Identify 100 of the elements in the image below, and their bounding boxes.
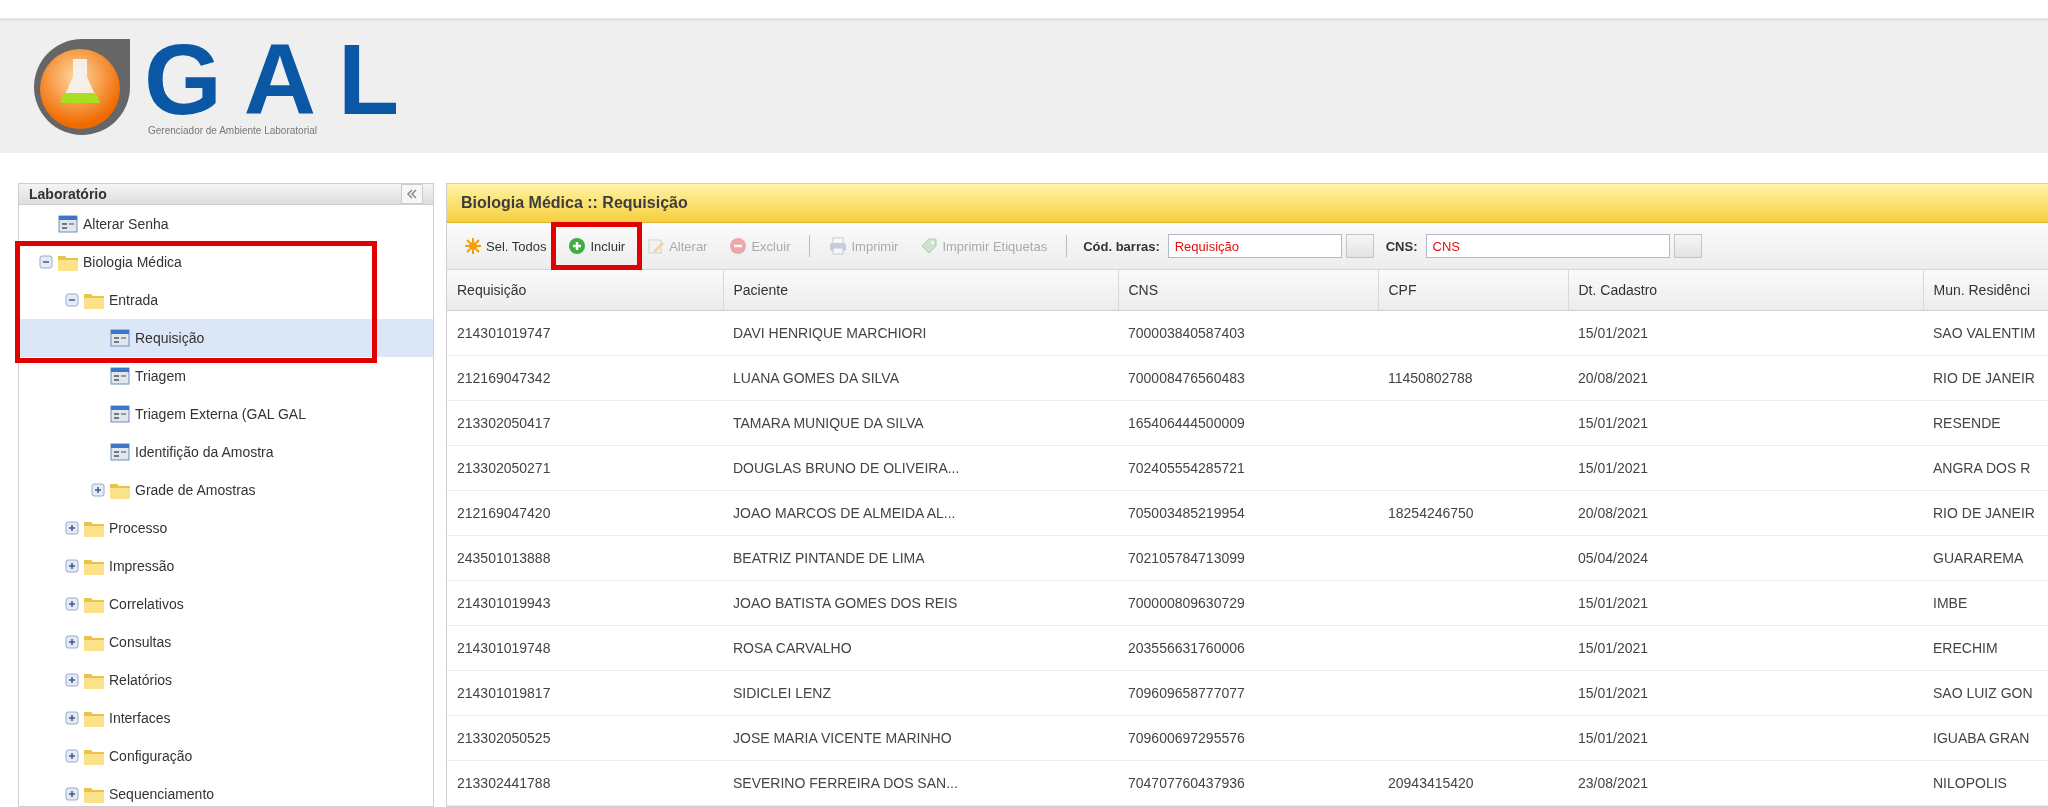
table-cell: 243501013888 xyxy=(447,535,723,581)
logo-title: GAL xyxy=(144,38,422,119)
text-field[interactable]: Requisição xyxy=(1167,234,1342,258)
table-cell: ERECHIM xyxy=(1923,625,2048,671)
table-cell: 213302441788 xyxy=(447,760,723,806)
table-cell: RESENDE xyxy=(1923,400,2048,446)
column-header[interactable]: CNS xyxy=(1118,270,1378,311)
tree-item[interactable]: Triagem Externa (GAL GAL xyxy=(19,395,433,433)
collapse-icon[interactable] xyxy=(39,255,53,269)
table-cell: 214301019817 xyxy=(447,670,723,716)
expand-icon[interactable] xyxy=(65,711,79,725)
table-cell: 20/08/2021 xyxy=(1568,355,1923,401)
tree-item[interactable]: Identifição da Amostra xyxy=(19,433,433,471)
column-header[interactable]: CPF xyxy=(1378,270,1568,311)
table-cell: 705003485219954 xyxy=(1118,490,1378,536)
table-cell: SAO LUIZ GON xyxy=(1923,670,2048,716)
table-cell: 213302050271 xyxy=(447,445,723,491)
table-cell: 709600697295576 xyxy=(1118,715,1378,761)
column-header[interactable]: Dt. Cadastro xyxy=(1568,270,1923,311)
expand-icon[interactable] xyxy=(65,521,79,535)
table-cell: 15/01/2021 xyxy=(1568,580,1923,626)
table-cell: 15/01/2021 xyxy=(1568,670,1923,716)
column-header[interactable]: Requisição xyxy=(447,270,723,311)
table-cell: 213302050525 xyxy=(447,715,723,761)
logo-subtitle: Gerenciador de Ambiente Laboratorial xyxy=(147,124,317,136)
tree-item[interactable]: Entrada xyxy=(19,281,433,319)
collapse-icon[interactable] xyxy=(65,293,79,307)
form-icon xyxy=(57,214,79,234)
table-cell: 20943415420 xyxy=(1378,760,1568,806)
plus-icon xyxy=(568,237,587,255)
table-cell: JOAO BATISTA GOMES DOS REIS xyxy=(723,580,1118,626)
table-cell: 15/01/2021 xyxy=(1568,625,1923,671)
panel-title: Laboratório xyxy=(29,186,107,202)
table-cell: BEATRIZ PINTANDE DE LIMA xyxy=(723,535,1118,581)
tree-item[interactable]: Triagem xyxy=(19,357,433,395)
table-cell: DAVI HENRIQUE MARCHIORI xyxy=(723,310,1118,356)
expand-icon[interactable] xyxy=(65,635,79,649)
table-cell: 15/01/2021 xyxy=(1568,400,1923,446)
tree-item[interactable]: Sequenciamento xyxy=(19,775,433,807)
expand-icon[interactable] xyxy=(65,597,79,611)
form-icon xyxy=(109,442,131,462)
column-header[interactable]: Paciente xyxy=(723,270,1118,311)
table-cell: 212169047420 xyxy=(447,490,723,536)
table-cell: 214301019943 xyxy=(447,580,723,626)
table-cell: JOAO MARCOS DE ALMEIDA AL... xyxy=(723,490,1118,536)
tree-item[interactable]: Biologia Médica xyxy=(19,243,433,281)
field-label: CNS: xyxy=(1385,238,1418,254)
toolbar-button[interactable]: Incluir xyxy=(561,232,633,260)
table-cell: 214301019747 xyxy=(447,310,723,356)
table-cell: SAO VALENTIM xyxy=(1923,310,2048,356)
table-cell: 214301019748 xyxy=(447,625,723,671)
table-cell: 20/08/2021 xyxy=(1568,490,1923,536)
tree-item[interactable]: Relatórios xyxy=(19,661,433,699)
table-cell: 23/08/2021 xyxy=(1568,760,1923,806)
text-field[interactable]: CNS xyxy=(1425,234,1670,258)
table-cell: IMBE xyxy=(1923,580,2048,626)
form-icon xyxy=(109,328,131,348)
collapse-button[interactable] xyxy=(401,184,423,204)
tree-item[interactable]: Requisição xyxy=(19,319,433,357)
table-cell: 15/01/2021 xyxy=(1568,715,1923,761)
table-cell: 15/01/2021 xyxy=(1568,310,1923,356)
table-cell: 213302050417 xyxy=(447,400,723,446)
expand-icon[interactable] xyxy=(65,749,79,763)
table-cell: 15/01/2021 xyxy=(1568,445,1923,491)
expand-icon[interactable] xyxy=(65,787,79,801)
table-cell: 709609658777077 xyxy=(1118,670,1378,716)
table-cell: 702405554285721 xyxy=(1118,445,1378,491)
table-cell: 702105784713099 xyxy=(1118,535,1378,581)
table-cell: 05/04/2024 xyxy=(1568,535,1923,581)
printer-icon xyxy=(829,237,848,255)
table-cell: RIO DE JANEIR xyxy=(1923,490,2048,536)
expand-icon[interactable] xyxy=(65,673,79,687)
tree-item[interactable]: Interfaces xyxy=(19,699,433,737)
tree-item[interactable]: Alterar Senha xyxy=(19,205,433,243)
table-cell: 700003840587403 xyxy=(1118,310,1378,356)
tree-item[interactable]: Configuração xyxy=(19,737,433,775)
tree-item[interactable]: Grade de Amostras xyxy=(19,471,433,509)
pencil-icon xyxy=(647,237,666,255)
sun-icon xyxy=(464,237,482,255)
toolbar-button[interactable]: Sel. Todos xyxy=(457,232,554,260)
column-header[interactable]: Mun. Residênci xyxy=(1923,270,2048,311)
tree-item[interactable]: Impressão xyxy=(19,547,433,585)
table-cell: ANGRA DOS R xyxy=(1923,445,2048,491)
form-icon xyxy=(109,404,131,424)
tree-item[interactable]: Processo xyxy=(19,509,433,547)
table-cell: 11450802788 xyxy=(1378,355,1568,401)
table-cell: JOSE MARIA VICENTE MARINHO xyxy=(723,715,1118,761)
tree-item[interactable]: Consultas xyxy=(19,623,433,661)
table-cell: IGUABA GRAN xyxy=(1923,715,2048,761)
panel-title: Biologia Médica :: Requisição xyxy=(461,194,688,212)
tag-icon xyxy=(920,237,939,255)
table-cell: 203556631760006 xyxy=(1118,625,1378,671)
table-cell: 212169047342 xyxy=(447,355,723,401)
field-label: Cód. barras: xyxy=(1083,238,1160,254)
expand-icon[interactable] xyxy=(91,483,105,497)
table-cell: LUANA GOMES DA SILVA xyxy=(723,355,1118,401)
tree-item[interactable]: Correlativos xyxy=(19,585,433,623)
table-cell: DOUGLAS BRUNO DE OLIVEIRA... xyxy=(723,445,1118,491)
table-cell: ROSA CARVALHO xyxy=(723,625,1118,671)
expand-icon[interactable] xyxy=(65,559,79,573)
